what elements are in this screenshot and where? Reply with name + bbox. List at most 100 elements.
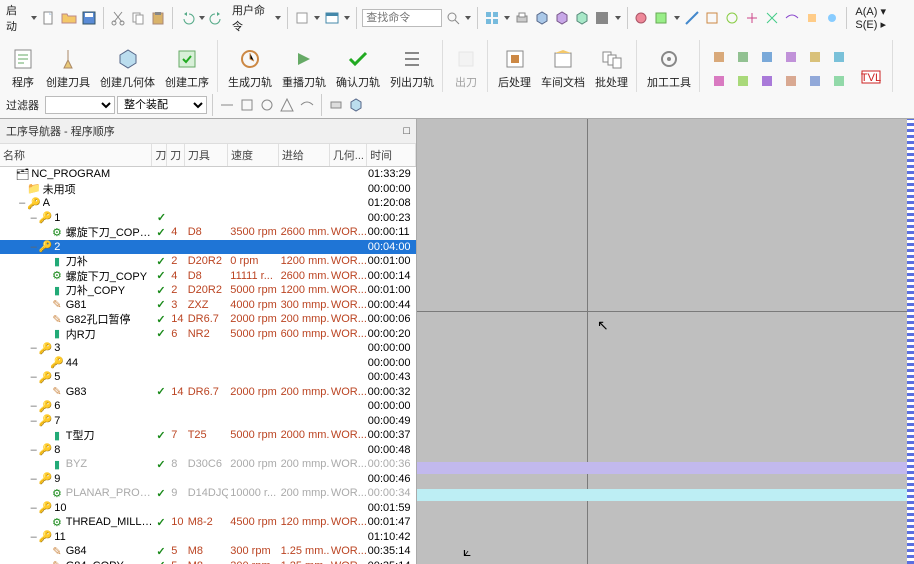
nav-row[interactable]: ⚙PLANAR_PROFILE_2✓9D14DJQ10000 r...200 m… — [0, 486, 416, 501]
ribbon-op[interactable]: 创建工序 — [163, 44, 211, 92]
launch-dropdown-icon[interactable] — [30, 16, 38, 20]
nav-row[interactable]: –🔑600:00:00 — [0, 399, 416, 414]
grid-drop-icon[interactable] — [503, 16, 511, 20]
command-search-input[interactable] — [362, 9, 442, 27]
ribbon-tool[interactable]: 创建刀具 — [44, 44, 92, 92]
ribbon-machtool[interactable]: 加工工具 — [645, 44, 693, 92]
cube1-icon[interactable] — [533, 9, 551, 27]
ribbon-list[interactable]: 列出刀轨 — [388, 44, 436, 92]
open-icon[interactable] — [60, 9, 78, 27]
nav-row[interactable]: –🔑300:00:00 — [0, 341, 416, 356]
window-drop-icon[interactable] — [343, 16, 351, 20]
ribbon-shop[interactable]: 车间文档 — [539, 44, 587, 92]
tree-toggle[interactable]: – — [17, 197, 27, 209]
nav-row[interactable]: ▮内R刀✓6NR25000 rpm600 mmp...WOR...00:00:2… — [0, 327, 416, 342]
aux1-icon[interactable] — [218, 96, 236, 114]
nav-row[interactable]: ▮T型刀✓7T255000 rpm2000 mm...WOR...00:00:3… — [0, 428, 416, 443]
search-drop-icon[interactable] — [464, 16, 472, 20]
nav-row[interactable]: –🔑800:00:48 — [0, 443, 416, 458]
hdr-tool[interactable]: 刀具 — [185, 144, 228, 166]
small-tool-8-icon[interactable] — [756, 70, 778, 92]
aux-cube-icon[interactable] — [347, 96, 365, 114]
tree-toggle[interactable]: – — [29, 241, 39, 253]
nav-row[interactable]: –🔑900:00:46 — [0, 472, 416, 487]
undo-icon[interactable] — [178, 9, 196, 27]
navigator-body[interactable]: 🗂NC_PROGRAM01:33:29📁未用项00:00:00–🔑A01:20:… — [0, 167, 416, 564]
nav-row[interactable]: ✎G84_COPY✓5M8300 rpm1.25 mm...WOR...00:3… — [0, 559, 416, 564]
assembly-select[interactable]: 整个装配 — [117, 96, 207, 114]
misc5-icon[interactable] — [723, 9, 741, 27]
small-tool-9-icon[interactable] — [780, 70, 802, 92]
aux5-icon[interactable] — [298, 96, 316, 114]
nav-row[interactable]: 📁未用项00:00:00 — [0, 182, 416, 197]
nav-row[interactable]: 🔑4400:00:00 — [0, 356, 416, 371]
small-tool-3-icon[interactable] — [780, 46, 802, 68]
ribbon-gen[interactable]: 生成刀轨 — [226, 44, 274, 92]
tree-toggle[interactable]: – — [29, 371, 39, 383]
print-icon[interactable] — [513, 9, 531, 27]
nav-row[interactable]: ✎G84✓5M8300 rpm1.25 mm...WOR...00:35:14 — [0, 544, 416, 559]
small-tool-4-icon[interactable] — [804, 46, 826, 68]
nav-row[interactable]: 🗂NC_PROGRAM01:33:29 — [0, 167, 416, 182]
shade-icon[interactable] — [593, 9, 611, 27]
nav-row[interactable]: ✎G81✓3ZXZ4000 rpm300 mmp...WOR...00:00:4… — [0, 298, 416, 313]
navigator-close-icon[interactable]: □ — [403, 125, 410, 137]
small-tool-11-icon[interactable] — [828, 70, 850, 92]
search-go-icon[interactable] — [444, 9, 462, 27]
nav-row[interactable]: –🔑1000:01:59 — [0, 501, 416, 516]
ribbon-replay[interactable]: 重播刀轨 — [280, 44, 328, 92]
copy-icon[interactable] — [129, 9, 147, 27]
hdr-toolpath[interactable]: 刀轨 — [152, 144, 167, 166]
misc1-icon[interactable] — [632, 9, 650, 27]
hdr-speed[interactable]: 速度 — [228, 144, 279, 166]
tree-toggle[interactable]: – — [29, 415, 39, 427]
nav-row[interactable]: –🔑200:04:00 — [0, 240, 416, 255]
user-cmd-drop-icon[interactable] — [274, 16, 282, 20]
grid-view-icon[interactable] — [483, 9, 501, 27]
nav-row[interactable]: ⚙螺旋下刀_COPY✓4D811111 r...2600 mm...WOR...… — [0, 269, 416, 284]
small-tool-2-icon[interactable] — [756, 46, 778, 68]
user-cmd-label[interactable]: 用户命令 — [228, 2, 272, 34]
nav-row[interactable]: ✎G82孔口暂停✓14DR6.72000 rpm200 mmp...WOR...… — [0, 312, 416, 327]
misc8-icon[interactable] — [783, 9, 801, 27]
touch-icon[interactable] — [293, 9, 311, 27]
misc2-icon[interactable] — [652, 9, 670, 27]
hdr-toolnum[interactable]: 刀 — [167, 144, 185, 166]
small-tool-6-icon[interactable] — [708, 70, 730, 92]
cube3-icon[interactable] — [573, 9, 591, 27]
tree-toggle[interactable]: – — [29, 444, 39, 456]
small-tool-7-icon[interactable] — [732, 70, 754, 92]
save-icon[interactable] — [80, 9, 98, 27]
misc3-icon[interactable] — [683, 9, 701, 27]
misc9-icon[interactable] — [803, 9, 821, 27]
nav-row[interactable]: –🔑1✓00:00:23 — [0, 211, 416, 226]
tree-toggle[interactable]: – — [29, 342, 39, 354]
small-tool-10-icon[interactable] — [804, 70, 826, 92]
tvl-button[interactable]: TVL — [856, 62, 886, 92]
touch-drop-icon[interactable] — [313, 16, 321, 20]
ribbon-batch[interactable]: 批处理 — [593, 44, 630, 92]
graphics-viewport[interactable]: ↖ ⟀ — [417, 119, 914, 564]
misc2-drop-icon[interactable] — [672, 16, 680, 20]
filter-select[interactable] — [45, 96, 115, 114]
window-icon[interactable] — [323, 9, 341, 27]
aux3-icon[interactable] — [258, 96, 276, 114]
undo-drop-icon[interactable] — [198, 16, 206, 20]
ribbon-post[interactable]: 后处理 — [496, 44, 533, 92]
ribbon-confirm[interactable]: 确认刀轨 — [334, 44, 382, 92]
nav-row[interactable]: ⚙螺旋下刀_COPY_COPY✓4D83500 rpm2600 mm...WOR… — [0, 225, 416, 240]
hdr-geometry[interactable]: 几何... — [330, 144, 367, 166]
tree-toggle[interactable]: – — [29, 400, 39, 412]
tree-toggle[interactable]: – — [29, 212, 39, 224]
nav-row[interactable]: ▮BYZ✓8D30C62000 rpm200 mmp...WOR...00:00… — [0, 457, 416, 472]
nav-row[interactable]: ▮刀补✓2D20R20 rpm1200 mm...WOR...00:01:00 — [0, 254, 416, 269]
ribbon-out[interactable]: 出刀 — [451, 44, 481, 92]
nav-row[interactable]: ▮刀补_COPY✓2D20R25000 rpm1200 mm...WOR...0… — [0, 283, 416, 298]
tree-toggle[interactable]: – — [29, 473, 39, 485]
aux6-icon[interactable] — [327, 96, 345, 114]
ribbon-prog[interactable]: 程序 — [8, 44, 38, 92]
hdr-time[interactable]: 时间 — [367, 144, 416, 166]
small-tool-5-icon[interactable] — [828, 46, 850, 68]
nav-row[interactable]: ⚙THREAD_MILLING✓10M8-24500 rpm120 mmp...… — [0, 515, 416, 530]
redo-icon[interactable] — [208, 9, 226, 27]
